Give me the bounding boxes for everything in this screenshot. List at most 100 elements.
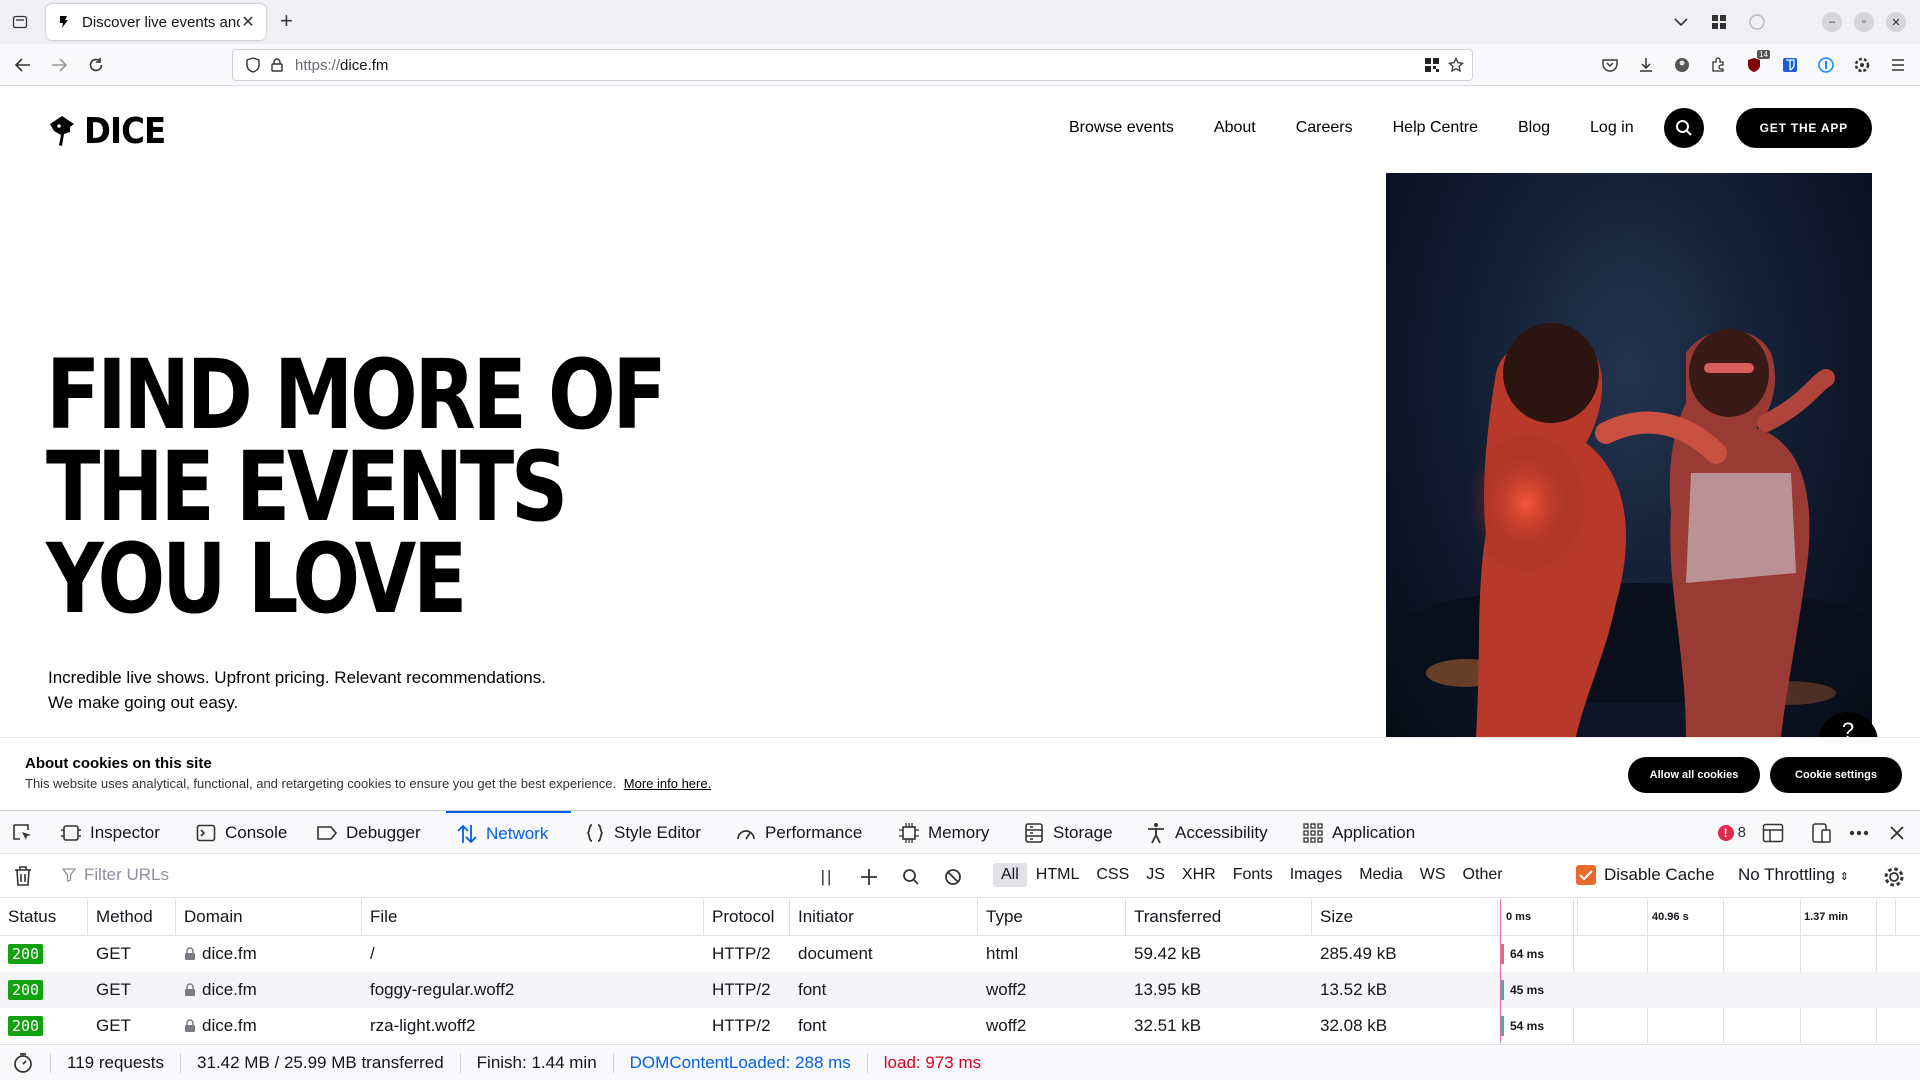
transfer-size: 31.42 MB / 25.99 MB transferred: [181, 1052, 461, 1073]
table-row[interactable]: 200 GET dice.fm rza-light.woff2 HTTP/2 f…: [0, 1008, 1920, 1044]
window-close-icon[interactable]: ✕: [1886, 12, 1906, 32]
add-request-icon[interactable]: [848, 855, 890, 898]
extension-gear-icon[interactable]: [1844, 44, 1880, 86]
filter-html[interactable]: HTML: [1028, 863, 1088, 887]
nav-blog[interactable]: Blog: [1518, 119, 1550, 137]
filter-images[interactable]: Images: [1282, 863, 1350, 887]
tab-inspector[interactable]: Inspector: [60, 811, 160, 854]
qr-code-icon[interactable]: [1420, 53, 1444, 77]
lock-icon[interactable]: [265, 53, 289, 77]
onepassword-icon[interactable]: [1808, 44, 1844, 86]
new-tab-icon[interactable]: +: [280, 10, 293, 32]
browser-tab[interactable]: Discover live events and ✕: [46, 4, 266, 40]
tab-storage[interactable]: Storage: [1023, 811, 1113, 854]
tab-performance[interactable]: Performance: [735, 811, 862, 854]
dice-logo-icon: [50, 115, 74, 146]
secure-lock-icon: [184, 983, 196, 997]
list-all-tabs-icon[interactable]: [1662, 0, 1700, 44]
bookmark-star-icon[interactable]: [1444, 53, 1468, 77]
minimize-icon[interactable]: –: [1822, 12, 1842, 32]
maximize-icon[interactable]: ▫: [1854, 12, 1874, 32]
table-row[interactable]: 200 GET dice.fm / HTTP/2 document html 5…: [0, 936, 1920, 972]
app-menu-icon[interactable]: [1880, 44, 1916, 86]
filter-fonts[interactable]: Fonts: [1225, 863, 1281, 887]
pocket-icon[interactable]: [1592, 44, 1628, 86]
tab-console[interactable]: Console: [195, 811, 287, 854]
private-mask-icon[interactable]: [1738, 0, 1776, 44]
col-protocol[interactable]: Protocol: [704, 899, 790, 935]
web-page: DICE Browse events About Careers Help Ce…: [0, 87, 1920, 810]
get-the-app-button[interactable]: GET THE APP: [1735, 108, 1872, 148]
tab-title: Discover live events and: [82, 13, 240, 31]
responsive-design-icon[interactable]: [1802, 811, 1840, 854]
filter-media[interactable]: Media: [1351, 863, 1411, 887]
timeline-label-0: 0 ms: [1498, 899, 1578, 935]
reload-icon[interactable]: [84, 53, 108, 77]
extension-grid-icon[interactable]: [1700, 0, 1738, 44]
more-options-icon[interactable]: [1840, 811, 1878, 854]
block-requests-icon[interactable]: [932, 855, 974, 898]
allow-all-cookies-button[interactable]: Allow all cookies: [1628, 757, 1760, 793]
tab-application[interactable]: Application: [1302, 811, 1415, 854]
tab-debugger[interactable]: Debugger: [316, 811, 421, 854]
cookie-more-info-link[interactable]: More info here.: [624, 776, 711, 791]
col-domain[interactable]: Domain: [176, 899, 362, 935]
url-bar[interactable]: https://dice.fm: [232, 49, 1473, 81]
status-badge: 200: [8, 944, 44, 964]
nav-careers[interactable]: Careers: [1296, 119, 1353, 137]
col-size[interactable]: Size: [1312, 899, 1498, 935]
request-count: 119 requests: [51, 1052, 182, 1073]
split-console-icon[interactable]: [1754, 811, 1792, 854]
bitwarden-icon[interactable]: [1772, 44, 1808, 86]
disable-cache-checkbox[interactable]: Disable Cache: [1576, 865, 1715, 885]
account-avatar-icon[interactable]: [1664, 44, 1700, 86]
nav-log-in[interactable]: Log in: [1590, 119, 1634, 137]
waterfall-time: 45 ms: [1510, 983, 1545, 997]
filter-ws[interactable]: WS: [1412, 863, 1454, 887]
tracking-shield-icon[interactable]: [241, 53, 265, 77]
close-devtools-icon[interactable]: [1878, 811, 1916, 854]
memory-icon: [898, 822, 920, 844]
col-type[interactable]: Type: [978, 899, 1126, 935]
pause-recording-icon[interactable]: ||: [806, 855, 848, 898]
extensions-puzzle-icon[interactable]: [1700, 44, 1736, 86]
stopwatch-icon[interactable]: [0, 1052, 51, 1073]
col-status[interactable]: Status: [0, 899, 88, 935]
tab-accessibility[interactable]: Accessibility: [1145, 811, 1268, 854]
back-icon[interactable]: [11, 53, 35, 77]
filter-js[interactable]: JS: [1138, 863, 1173, 887]
tab-list-icon[interactable]: [8, 10, 32, 34]
type-filters: All HTML CSS JS XHR Fonts Images Media W…: [993, 863, 1512, 887]
filter-xhr[interactable]: XHR: [1174, 863, 1224, 887]
throttling-select[interactable]: No Throttling ⇕: [1738, 865, 1849, 885]
row-size: 285.49 kB: [1320, 944, 1397, 963]
error-count[interactable]: ! 8: [1710, 824, 1754, 841]
filter-css[interactable]: CSS: [1088, 863, 1137, 887]
filter-urls-input[interactable]: Filter URLs: [62, 865, 169, 885]
tab-style-editor[interactable]: Style Editor: [584, 811, 701, 854]
site-search-button[interactable]: [1663, 108, 1704, 148]
filter-all[interactable]: All: [993, 863, 1027, 887]
search-requests-icon[interactable]: [890, 855, 932, 898]
cookie-settings-button[interactable]: Cookie settings: [1770, 757, 1902, 793]
nav-about[interactable]: About: [1214, 119, 1256, 137]
tab-memory[interactable]: Memory: [898, 811, 989, 854]
downloads-icon[interactable]: [1628, 44, 1664, 86]
forward-icon[interactable]: [47, 53, 71, 77]
ublock-icon[interactable]: 14: [1736, 44, 1772, 86]
browser-tab-bar: Discover live events and ✕ + – ▫ ✕: [0, 0, 1920, 44]
col-method[interactable]: Method: [88, 899, 176, 935]
clear-trash-icon[interactable]: [12, 865, 34, 892]
element-picker-icon[interactable]: [12, 811, 34, 854]
filter-other[interactable]: Other: [1455, 863, 1511, 887]
col-initiator[interactable]: Initiator: [790, 899, 978, 935]
network-settings-gear-icon[interactable]: [1882, 865, 1906, 894]
dice-logo[interactable]: DICE: [48, 111, 174, 152]
tab-network[interactable]: Network: [446, 811, 571, 854]
nav-help-centre[interactable]: Help Centre: [1393, 119, 1478, 137]
nav-browse-events[interactable]: Browse events: [1069, 119, 1174, 137]
table-row[interactable]: 200 GET dice.fm foggy-regular.woff2 HTTP…: [0, 972, 1920, 1008]
col-file[interactable]: File: [362, 899, 704, 935]
tab-close-icon[interactable]: ✕: [240, 12, 256, 32]
col-transferred[interactable]: Transferred: [1126, 899, 1312, 935]
